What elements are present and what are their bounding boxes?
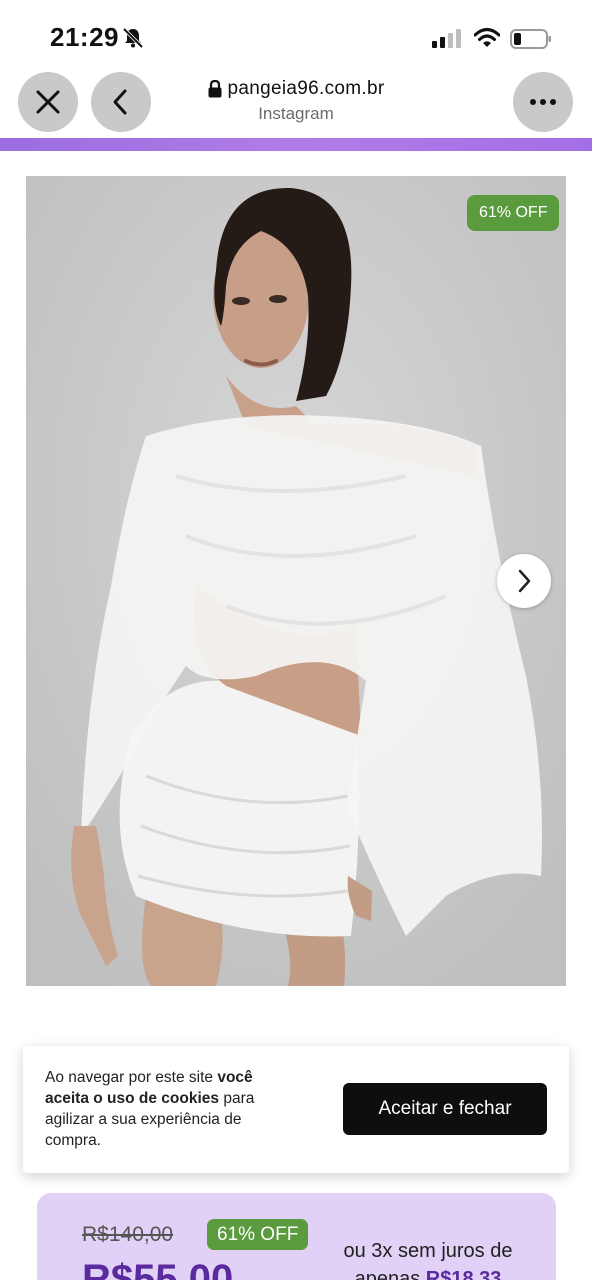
address-bar[interactable]: pangeia96.com.br Instagram (180, 78, 412, 124)
installments-prefix: ou 3x sem juros de (343, 1240, 513, 1262)
header-accent-band (0, 138, 592, 151)
chevron-right-icon (518, 569, 531, 593)
installments-text: ou 3x sem juros de apenas R$18,33 (323, 1237, 533, 1280)
url-text: pangeia96.com.br (227, 78, 385, 99)
product-photo[interactable] (26, 176, 566, 986)
back-button[interactable] (91, 72, 151, 132)
close-button[interactable] (18, 72, 78, 132)
installments-amount-prefix: apenas (354, 1268, 426, 1280)
wifi-icon (474, 28, 500, 47)
next-image-button[interactable] (497, 554, 551, 608)
bell-slash-icon (122, 27, 144, 49)
status-bar: 21:29 (0, 0, 592, 70)
battery-icon (510, 29, 551, 49)
cookie-banner: Ao navegar por este site você aceita o u… (23, 1046, 569, 1173)
lock-icon (208, 80, 222, 98)
signal-icon (432, 29, 461, 48)
cookie-text: Ao navegar por este site você aceita o u… (45, 1067, 297, 1151)
accept-cookies-button[interactable]: Aceitar e fechar (343, 1083, 547, 1135)
more-icon (530, 99, 556, 105)
status-time: 21:29 (50, 22, 119, 52)
more-button[interactable] (513, 72, 573, 132)
installments-amount: R$18,33 (425, 1268, 502, 1280)
price-discount-badge: 61% OFF (207, 1219, 309, 1250)
cookie-text-part1: Ao navegar por este site (45, 1069, 218, 1086)
discount-badge: 61% OFF (467, 195, 560, 231)
source-label: Instagram (258, 104, 334, 123)
old-price: R$140,00 (82, 1223, 174, 1246)
price-section: R$140,00 61% OFF R$55,00 ou 3x sem juros… (37, 1193, 556, 1280)
chevron-left-icon (113, 89, 127, 115)
new-price: R$55,00 (82, 1257, 234, 1280)
close-icon (36, 90, 60, 114)
model-illustration (26, 176, 566, 986)
installments-line: apenas R$18,33 (323, 1265, 533, 1280)
